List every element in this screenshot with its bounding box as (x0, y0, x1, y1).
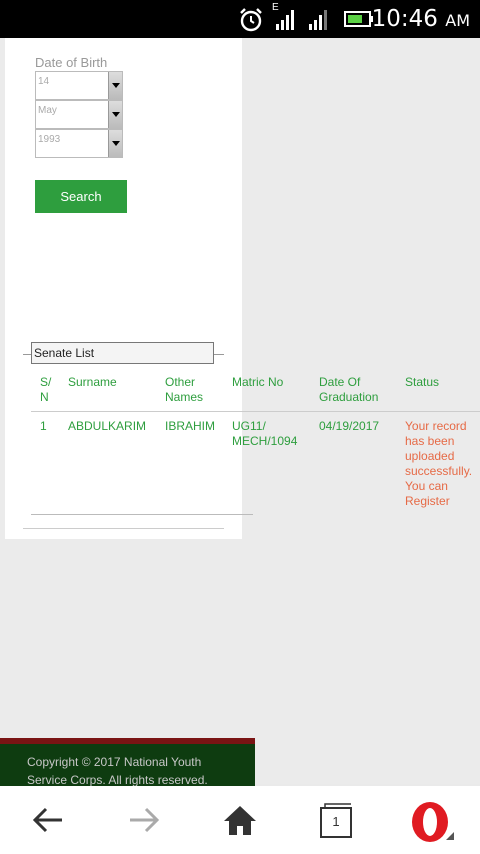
tabs-button[interactable]: 1 (318, 800, 358, 840)
status-bar: E 10:46 AM (0, 0, 480, 38)
battery-icon (344, 11, 373, 27)
cell-matric-line2: MECH/1094 (232, 434, 298, 448)
chevron-down-icon (108, 130, 122, 157)
cell-matric: UG11/ MECH/1094 (232, 419, 297, 449)
header-date-line2: Graduation (319, 390, 379, 404)
fieldset-border-left (23, 354, 31, 355)
year-select-value: 1993 (38, 134, 61, 145)
cell-surname: ABDULKARIM (68, 419, 147, 433)
opera-menu-icon[interactable] (408, 798, 456, 846)
status-line-1: Your record (405, 419, 467, 433)
status-line-6: Register (405, 494, 450, 508)
senate-list-legend: Senate List (31, 342, 214, 364)
cell-date: 04/19/2017 (319, 419, 380, 433)
home-icon[interactable] (220, 800, 260, 840)
dob-label: Date of Birth (35, 55, 108, 70)
copyright-text: Copyright © 2017 National Youth Service … (27, 753, 247, 789)
header-sn-line2: N (40, 390, 49, 404)
header-date-graduation: Date Of Graduation (319, 375, 378, 405)
status-line-3: uploaded (405, 449, 455, 463)
status-line-5: You can (405, 479, 448, 493)
alarm-icon (240, 8, 262, 32)
header-divider (31, 411, 480, 412)
cell-matric-line1: UG11/ (232, 419, 266, 433)
header-matric-no: Matric No (232, 375, 284, 389)
fieldset-border-right (214, 354, 224, 355)
tab-count: 1 (332, 814, 340, 829)
forward-arrow-icon[interactable] (124, 800, 164, 840)
year-select[interactable]: 1993 (35, 129, 123, 158)
table-bottom-border (31, 514, 253, 515)
back-arrow-icon[interactable] (28, 800, 68, 840)
signal-strength-2-icon (309, 10, 327, 30)
signal-strength-icon (276, 10, 294, 30)
header-status: Status (405, 375, 440, 389)
clock-time: 10:46 (371, 6, 438, 32)
status-line-4: successfully. (405, 464, 473, 478)
header-surname: Surname (68, 375, 117, 389)
header-date-line1: Date Of (319, 375, 361, 389)
chevron-down-icon (108, 101, 122, 128)
copyright-line1: Copyright © 2017 National Youth (27, 755, 202, 769)
cell-other-names: IBRAHIM (165, 419, 216, 433)
chevron-down-icon (108, 72, 122, 99)
day-select-value: 14 (38, 76, 50, 87)
header-sn: S/ N (40, 375, 51, 405)
header-other-names: Other Names (165, 375, 203, 405)
header-other-names-line1: Other (165, 375, 196, 389)
footer: Copyright © 2017 National Youth Service … (0, 738, 255, 789)
browser-nav-bar: 1 (0, 786, 480, 854)
clock-ampm: AM (445, 11, 470, 30)
status-line-2: has been (405, 434, 455, 448)
day-select[interactable]: 14 (35, 71, 123, 100)
search-button[interactable]: Search (35, 180, 127, 213)
header-other-names-line2: Names (165, 390, 204, 404)
header-sn-line1: S/ (40, 375, 52, 389)
month-select-value: May (38, 105, 57, 116)
web-page: Date of Birth 14 May 1993 Search Senate … (0, 38, 480, 789)
clock: 10:46 AM (372, 6, 470, 32)
footer-top-bar (0, 738, 255, 744)
fieldset-bottom-border (23, 528, 224, 529)
cell-sn: 1 (40, 419, 47, 433)
cell-status: Your record has been uploaded successful… (405, 419, 472, 509)
month-select[interactable]: May (35, 100, 123, 129)
